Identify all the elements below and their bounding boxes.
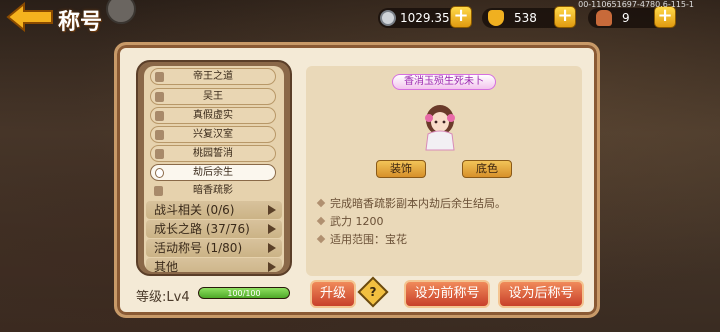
add-silver-button[interactable]: +: [450, 6, 472, 28]
title-item[interactable]: 帝王之道: [150, 68, 276, 85]
item-amount: 9: [622, 11, 630, 25]
gold-ingot-icon: [488, 10, 504, 26]
lock-icon: [155, 149, 164, 159]
level-label: 等级:Lv4: [136, 290, 190, 305]
lock-icon: [155, 72, 164, 82]
page-title: 称号: [58, 10, 103, 35]
exp-bar: 100/100: [198, 287, 290, 299]
description-line: 完成暗香疏影副本内劫后余生结局。: [316, 195, 506, 211]
lock-icon: [155, 111, 164, 121]
chevron-right-icon: [268, 205, 276, 215]
title-item-selected[interactable]: 劫后余生: [150, 164, 276, 181]
chevron-right-icon: [268, 224, 276, 234]
category-growth[interactable]: 成长之路 (37/76): [146, 220, 282, 238]
background-color-button[interactable]: 底色: [462, 160, 512, 178]
chevron-right-icon: [268, 243, 276, 253]
exp-text: 100/100: [227, 289, 261, 298]
lock-icon: [154, 186, 163, 196]
title-item[interactable]: 桃园誓消: [150, 145, 276, 162]
title-list[interactable]: 帝王之道 吴王 真假虚实 兴复汉室 桃园誓消 劫后余生 暗香疏影 战斗相关 (0…: [144, 66, 284, 272]
category-combat[interactable]: 战斗相关 (0/6): [146, 201, 282, 219]
add-gold-button[interactable]: +: [554, 6, 576, 28]
attribute-line: 武力 1200: [316, 213, 384, 229]
title-item[interactable]: 暗香疏影: [150, 183, 276, 200]
lock-icon: [155, 92, 164, 102]
gold-amount: 538: [514, 11, 537, 25]
diamond-bullet-icon: [316, 216, 326, 226]
diamond-bullet-icon: [316, 234, 326, 244]
build-id: 00-110651697-4780.6-115-1: [578, 0, 694, 9]
lock-icon: [155, 130, 164, 140]
set-suffix-title-button[interactable]: 设为后称号: [498, 280, 584, 308]
character-avatar: [425, 105, 455, 151]
diamond-bullet-icon: [316, 198, 326, 208]
title-item[interactable]: 真假虚实: [150, 107, 276, 124]
title-item[interactable]: 兴复汉室: [150, 126, 276, 143]
chevron-right-icon: [268, 262, 276, 272]
leg-item-icon: [596, 10, 612, 26]
title-badge: 香消玉殒生死未卜: [392, 74, 496, 90]
add-item-button[interactable]: +: [654, 6, 676, 28]
category-other[interactable]: 其他: [146, 258, 282, 272]
upgrade-button[interactable]: 升级: [310, 280, 356, 308]
scope-line: 适用范围：宝花: [316, 231, 407, 247]
silver-coin-icon: [380, 10, 396, 26]
unlocked-icon: [155, 168, 164, 178]
category-event[interactable]: 活动称号 (1/80): [146, 239, 282, 257]
decorate-button[interactable]: 装饰: [376, 160, 426, 178]
set-prefix-title-button[interactable]: 设为前称号: [404, 280, 490, 308]
title-item[interactable]: 吴王: [150, 88, 276, 105]
back-arrow-icon[interactable]: [6, 2, 56, 32]
